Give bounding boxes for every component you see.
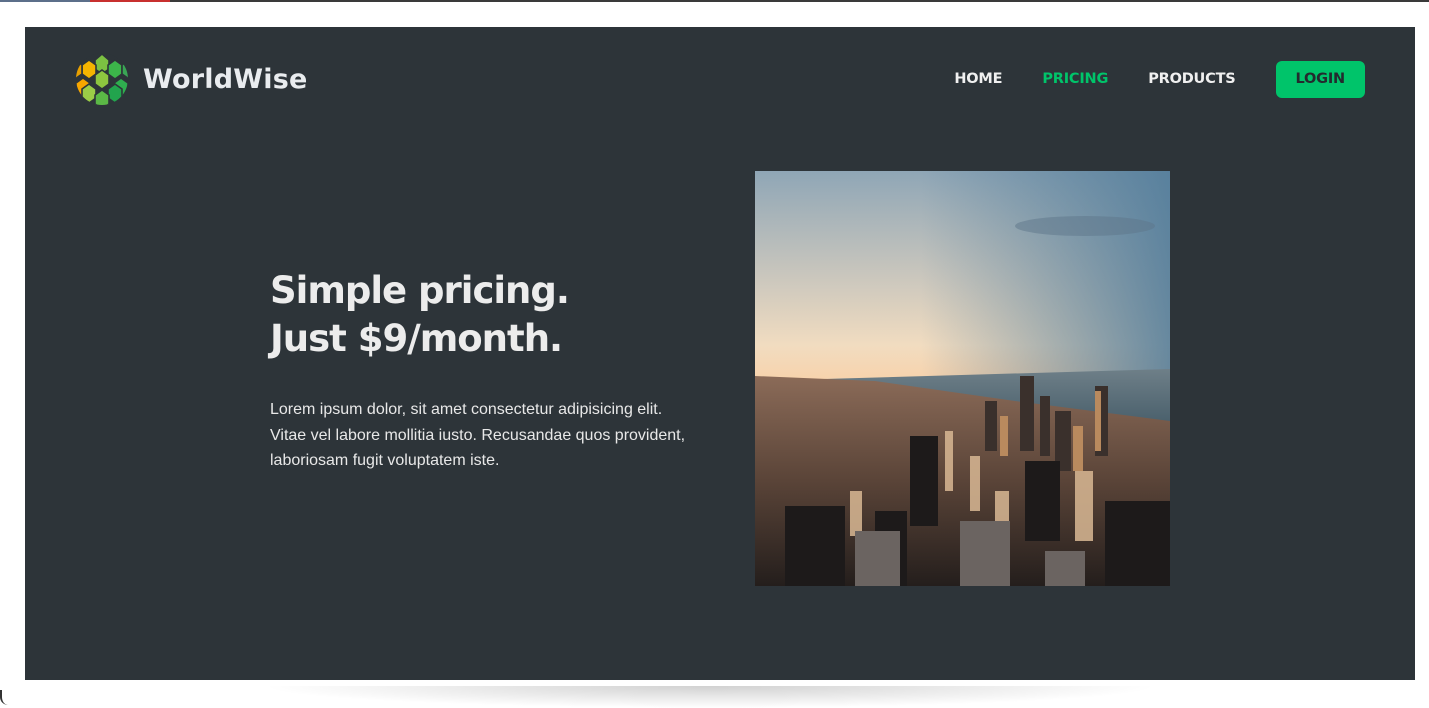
logo[interactable]: WorldWise: [75, 51, 308, 107]
browser-tab-active-strip: [90, 0, 170, 2]
page-title-line-2: Just $9/month.: [270, 317, 563, 360]
hero-text: Simple pricing. Just $9/month. Lorem ips…: [270, 267, 710, 474]
login-button[interactable]: LOGIN: [1275, 60, 1365, 98]
app-window: WorldWise HOME PRICING PRODUCTS LOGIN Si…: [25, 27, 1415, 680]
browser-top-strip: [0, 0, 1429, 2]
main-nav: WorldWise HOME PRICING PRODUCTS LOGIN: [75, 51, 1365, 107]
brand-name: WorldWise: [143, 63, 308, 95]
page-title-line-1: Simple pricing.: [270, 269, 570, 312]
nav-item-home[interactable]: HOME: [954, 71, 1002, 87]
nav-item-pricing[interactable]: PRICING: [1042, 71, 1108, 87]
city-skyline-image: [755, 171, 1170, 586]
nav-item-products[interactable]: PRODUCTS: [1148, 71, 1236, 87]
window-corner: [0, 690, 10, 705]
nav-menu: HOME PRICING PRODUCTS LOGIN: [914, 51, 1365, 107]
page-title: Simple pricing. Just $9/month.: [270, 267, 710, 363]
globe-hexagon-icon: [76, 53, 128, 105]
hero-description: Lorem ipsum dolor, sit amet consectetur …: [270, 401, 686, 469]
browser-tab-strip: [0, 0, 90, 2]
